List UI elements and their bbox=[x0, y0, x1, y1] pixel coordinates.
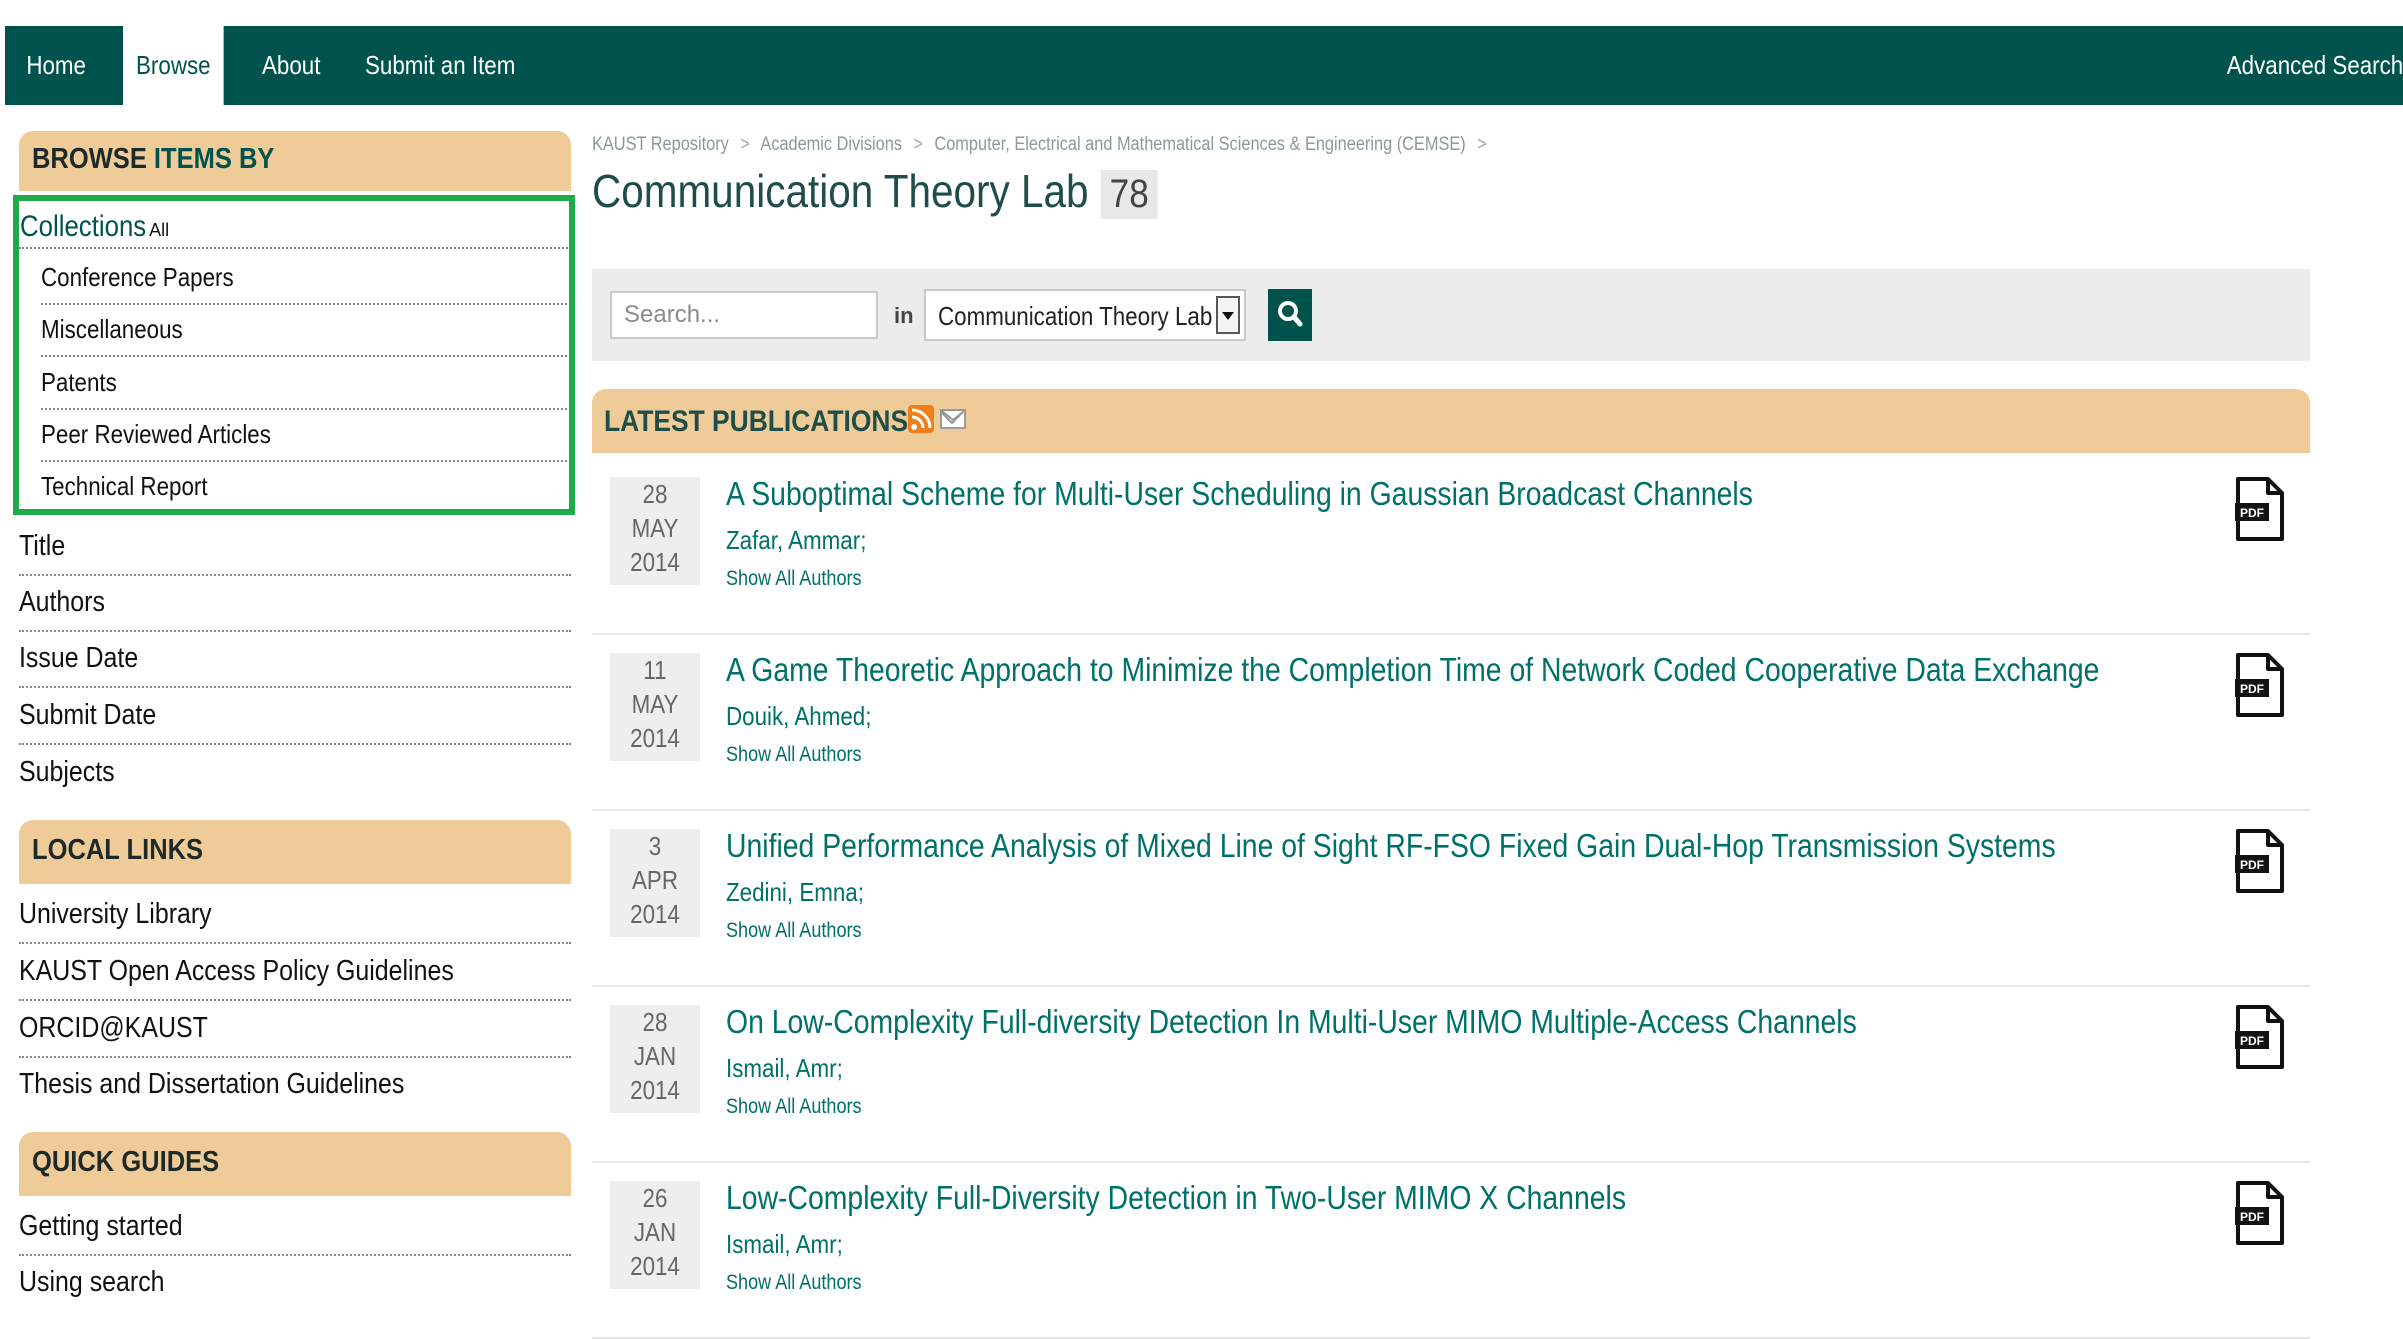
pdf-file-icon[interactable]: PDF bbox=[2234, 829, 2286, 893]
publication-title-link[interactable]: A Game Theoretic Approach to Minimize th… bbox=[726, 651, 2099, 689]
browse-heading: BROWSE ITEMS BY bbox=[19, 131, 571, 191]
search-scope-select[interactable]: Communication Theory Lab bbox=[924, 289, 1246, 341]
publication-date: 3 APR 2014 bbox=[610, 829, 700, 937]
breadcrumb-academic-divisions[interactable]: Academic Divisions bbox=[760, 134, 902, 155]
search-button[interactable] bbox=[1268, 289, 1312, 341]
pdf-file-icon[interactable]: PDF bbox=[2234, 653, 2286, 717]
browse-title[interactable]: Title bbox=[19, 519, 571, 576]
show-all-authors-link[interactable]: Show All Authors bbox=[726, 1095, 862, 1119]
email-alert-icon[interactable] bbox=[940, 409, 966, 429]
collection-patents[interactable]: Patents bbox=[41, 356, 571, 410]
page-title: Communication Theory Lab 78 bbox=[592, 164, 1158, 219]
svg-text:PDF: PDF bbox=[2240, 858, 2264, 872]
advanced-search-link[interactable]: Advanced Search bbox=[2226, 26, 2403, 105]
publication-item: 28 JAN 2014 On Low-Complexity Full-diver… bbox=[592, 985, 2310, 1163]
publication-item: 3 APR 2014 Unified Performance Analysis … bbox=[592, 809, 2310, 987]
search-input[interactable] bbox=[610, 291, 878, 339]
publication-author-link[interactable]: Zedini, Emna; bbox=[726, 877, 864, 908]
divider bbox=[19, 247, 571, 249]
rss-icon[interactable] bbox=[908, 405, 934, 433]
collections-all-link[interactable]: All bbox=[149, 220, 169, 240]
publication-author-link[interactable]: Ismail, Amr; bbox=[726, 1053, 843, 1084]
main-nav: Home Browse About Submit an Item Advance… bbox=[5, 26, 2403, 105]
publication-title-link[interactable]: On Low-Complexity Full-diversity Detecti… bbox=[726, 1003, 1857, 1041]
breadcrumb-repository[interactable]: KAUST Repository bbox=[592, 134, 729, 155]
link-open-access-policy[interactable]: KAUST Open Access Policy Guidelines bbox=[19, 944, 571, 1001]
collections-link[interactable]: Collections All bbox=[20, 205, 169, 249]
collection-miscellaneous[interactable]: Miscellaneous bbox=[41, 303, 571, 357]
link-thesis-guidelines[interactable]: Thesis and Dissertation Guidelines bbox=[19, 1057, 571, 1112]
browse-subjects[interactable]: Subjects bbox=[19, 745, 571, 800]
link-university-library[interactable]: University Library bbox=[19, 887, 571, 944]
svg-text:PDF: PDF bbox=[2240, 682, 2264, 696]
publication-title-link[interactable]: A Suboptimal Scheme for Multi-User Sched… bbox=[726, 475, 1753, 513]
show-all-authors-link[interactable]: Show All Authors bbox=[726, 1271, 862, 1295]
publication-author-link[interactable]: Ismail, Amr; bbox=[726, 1229, 843, 1260]
pdf-file-icon[interactable]: PDF bbox=[2234, 1005, 2286, 1069]
publication-author-link[interactable]: Douik, Ahmed; bbox=[726, 701, 871, 732]
latest-publications-heading: LATEST PUBLICATIONS bbox=[592, 389, 2310, 453]
collection-peer-reviewed-articles[interactable]: Peer Reviewed Articles bbox=[41, 408, 571, 462]
collection-technical-report[interactable]: Technical Report bbox=[41, 460, 571, 512]
publication-item: 28 MAY 2014 A Suboptimal Scheme for Mult… bbox=[592, 457, 2310, 635]
quick-guides-heading: QUICK GUIDES bbox=[19, 1132, 571, 1196]
guide-getting-started[interactable]: Getting started bbox=[19, 1199, 571, 1256]
publication-title-link[interactable]: Low-Complexity Full-Diversity Detection … bbox=[726, 1179, 1626, 1217]
search-icon bbox=[1278, 301, 1303, 327]
show-all-authors-link[interactable]: Show All Authors bbox=[726, 567, 862, 591]
publication-author-link[interactable]: Zafar, Ammar; bbox=[726, 525, 866, 556]
publication-item: 11 MAY 2014 A Game Theoretic Approach to… bbox=[592, 633, 2310, 811]
show-all-authors-link[interactable]: Show All Authors bbox=[726, 743, 862, 767]
local-links-heading: LOCAL LINKS bbox=[19, 820, 571, 884]
svg-text:PDF: PDF bbox=[2240, 1210, 2264, 1224]
publication-date: 28 JAN 2014 bbox=[610, 1005, 700, 1113]
browse-authors[interactable]: Authors bbox=[19, 575, 571, 632]
search-panel: in Communication Theory Lab bbox=[592, 269, 2310, 361]
link-orcid[interactable]: ORCID@KAUST bbox=[19, 1001, 571, 1058]
breadcrumb: KAUST Repository > Academic Divisions > … bbox=[592, 134, 1487, 155]
nav-about[interactable]: About bbox=[262, 26, 320, 105]
collection-conference-papers[interactable]: Conference Papers bbox=[41, 251, 571, 305]
browse-submit-date[interactable]: Submit Date bbox=[19, 688, 571, 745]
nav-submit-item[interactable]: Submit an Item bbox=[365, 26, 515, 105]
item-count-badge: 78 bbox=[1100, 170, 1158, 219]
publication-date: 28 MAY 2014 bbox=[610, 477, 700, 585]
nav-home[interactable]: Home bbox=[5, 26, 107, 105]
svg-text:PDF: PDF bbox=[2240, 1034, 2264, 1048]
guide-using-search[interactable]: Using search bbox=[19, 1255, 571, 1310]
show-all-authors-link[interactable]: Show All Authors bbox=[726, 919, 862, 943]
breadcrumb-cemse[interactable]: Computer, Electrical and Mathematical Sc… bbox=[934, 134, 1465, 155]
browse-issue-date[interactable]: Issue Date bbox=[19, 631, 571, 688]
publication-date: 11 MAY 2014 bbox=[610, 653, 700, 761]
nav-browse[interactable]: Browse bbox=[123, 26, 224, 105]
publication-title-link[interactable]: Unified Performance Analysis of Mixed Li… bbox=[726, 827, 2056, 865]
publication-item: 26 JAN 2014 Low-Complexity Full-Diversit… bbox=[592, 1161, 2310, 1339]
publication-date: 26 JAN 2014 bbox=[610, 1181, 700, 1289]
pdf-file-icon[interactable]: PDF bbox=[2234, 477, 2286, 541]
cropped-site-title bbox=[0, 0, 2403, 26]
search-scope-label: in bbox=[894, 303, 914, 328]
pdf-file-icon[interactable]: PDF bbox=[2234, 1181, 2286, 1245]
chevron-down-icon[interactable] bbox=[1216, 296, 1240, 334]
svg-text:PDF: PDF bbox=[2240, 506, 2264, 520]
